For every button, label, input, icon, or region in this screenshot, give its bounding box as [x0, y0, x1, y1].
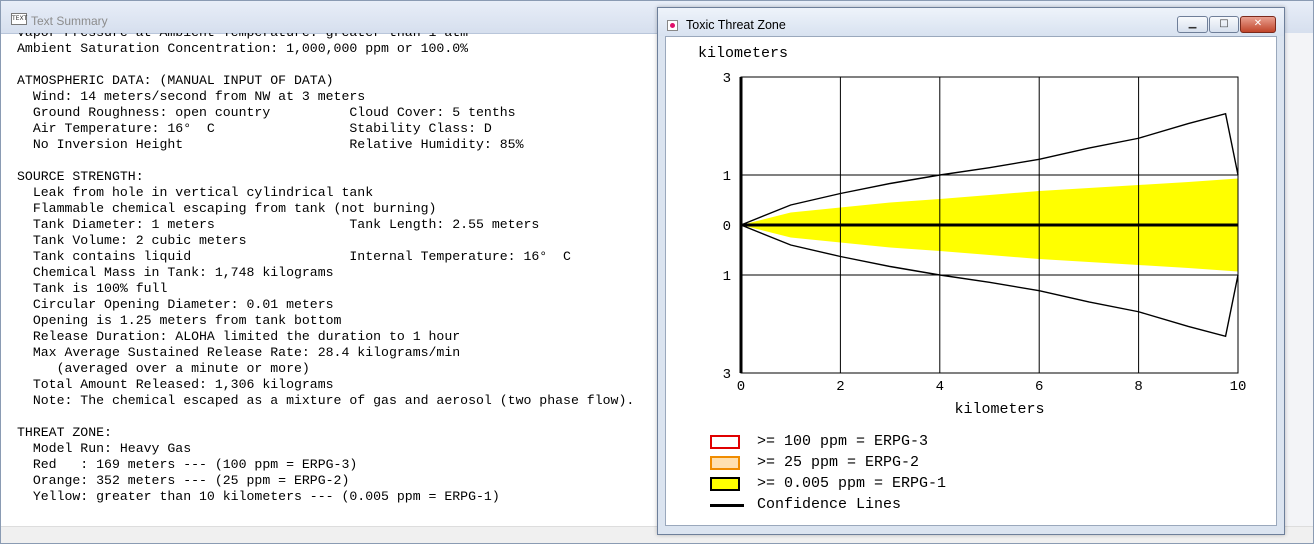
- close-button[interactable]: ✕: [1240, 16, 1276, 33]
- minimize-button[interactable]: ▁: [1177, 16, 1208, 33]
- x-tick-label: 0: [737, 379, 745, 395]
- x-tick-label: 6: [1035, 379, 1043, 395]
- x-tick-label: 4: [936, 379, 944, 395]
- threat-zone-titlebar[interactable]: Toxic Threat Zone ▁ □ ✕: [658, 8, 1284, 36]
- y-tick-label: 1: [723, 269, 731, 285]
- legend-color-swatch: [710, 435, 740, 449]
- y-tick-label: 0: [723, 219, 731, 235]
- threat-zone-chart: 310130 2 4 6 8 10kilometers: [723, 71, 1247, 418]
- window-title: Toxic Threat Zone: [686, 18, 786, 32]
- maximize-button[interactable]: □: [1209, 16, 1239, 33]
- y-tick-label: 1: [723, 169, 731, 185]
- window-title: Text Summary: [31, 14, 108, 28]
- threat-zone-plot-area: kilometers 3 1 0 1 3 0 2 4 6 8 10 kilometers >= 100…: [665, 36, 1277, 526]
- threat-zone-window: Toxic Threat Zone ▁ □ ✕ kilometers 31013…: [657, 7, 1285, 535]
- text-document-icon: TEXT: [11, 13, 27, 25]
- legend-label: >= 25 ppm = ERPG-2: [757, 454, 920, 471]
- y-tick-label: 3: [723, 367, 731, 383]
- legend-line-swatch: [710, 504, 744, 507]
- legend-label: Confidence Lines: [757, 496, 902, 513]
- x-axis-unit-label: kilometers: [954, 401, 1044, 418]
- legend-label: >= 0.005 ppm = ERPG-1: [757, 475, 947, 492]
- legend-color-swatch: [710, 456, 740, 470]
- app-icon: [667, 20, 678, 31]
- x-tick-label: 8: [1134, 379, 1142, 395]
- legend-color-swatch: [710, 477, 740, 491]
- x-tick-label: 2: [836, 379, 844, 395]
- x-tick-label: 10: [1230, 379, 1247, 395]
- legend-label: >= 100 ppm = ERPG-3: [757, 433, 929, 450]
- y-tick-label: 3: [723, 71, 731, 87]
- vertical-scrollbar[interactable]: [1283, 33, 1313, 527]
